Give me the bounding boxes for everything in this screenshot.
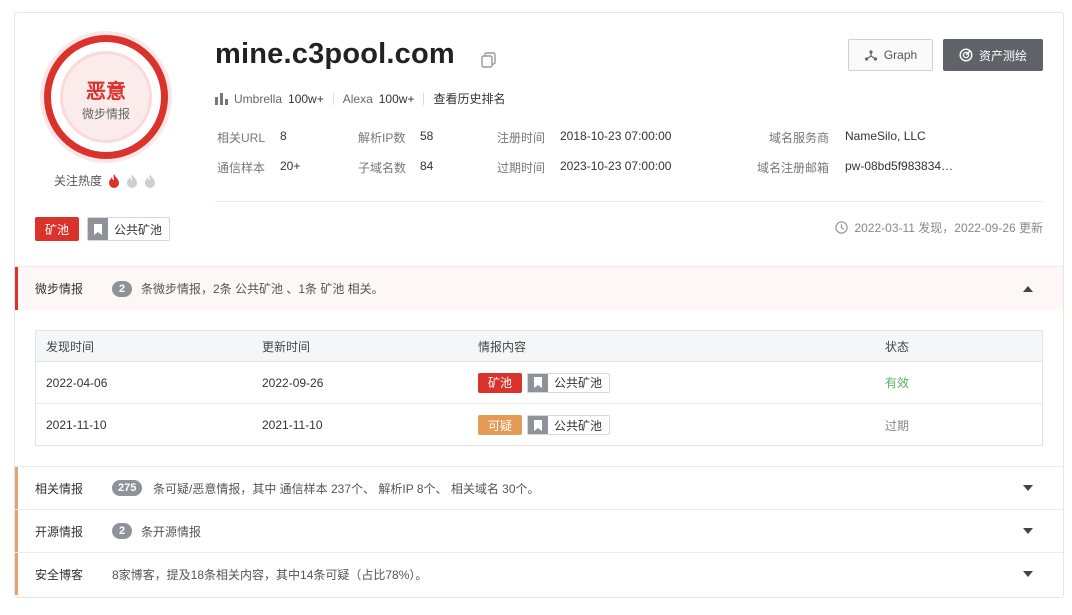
- domain-title: mine.c3pool.com: [215, 38, 455, 70]
- count-badge: 2: [112, 280, 132, 297]
- registrar-value: NameSilo, LLC: [845, 129, 926, 143]
- collapse-arrow-icon[interactable]: [1023, 285, 1033, 292]
- expire-time-value: 2023-10-23 07:00:00: [560, 159, 672, 173]
- tag-public-mining-pool[interactable]: 公共矿池: [87, 217, 171, 241]
- time-info-text: 2022-03-11 发现，2022-09-26 更新: [854, 221, 1043, 235]
- found-date: 2022-04-06: [46, 375, 108, 390]
- verdict-label: 恶意: [86, 81, 126, 103]
- meta-key: 域名服务商: [769, 131, 830, 145]
- asset-mapping-button[interactable]: 资产测绘: [943, 39, 1043, 71]
- alexa-label: Alexa: [342, 91, 373, 106]
- divider: [423, 92, 425, 105]
- updated-date: 2022-09-26: [262, 375, 324, 390]
- found-date: 2021-11-10: [46, 418, 107, 432]
- section-desc: 条微步情报，2条 公共矿池 、1条 矿池 相关。: [141, 282, 384, 296]
- expand-arrow-icon[interactable]: [1023, 485, 1033, 491]
- column-header: 情报内容: [478, 339, 527, 354]
- divider: [332, 92, 334, 105]
- meta-key: 解析IP数: [358, 131, 406, 145]
- updated-date: 2021-11-10: [262, 418, 323, 432]
- tag-label: 公共矿池: [114, 222, 163, 237]
- section-title: 微步情报: [35, 282, 84, 296]
- copy-icon[interactable]: [480, 51, 498, 69]
- divider: [215, 201, 1043, 202]
- status-valid: 有效: [885, 376, 910, 390]
- section-opensource-intel[interactable]: 开源情报 2 条开源情报: [15, 509, 1063, 552]
- intel-table: 发现时间 更新时间 情报内容 状态 2022-04-06 2022-09-26 …: [35, 330, 1043, 446]
- history-rank-link[interactable]: 查看历史排名: [433, 90, 505, 107]
- heat-indicator: 关注热度: [54, 172, 156, 189]
- meta-key: 通信样本: [217, 161, 266, 175]
- samples-value[interactable]: 20+: [280, 159, 300, 173]
- flame-icon-active: [109, 173, 120, 188]
- tag-public-mining-pool[interactable]: 公共矿池: [527, 415, 611, 435]
- meta-key: 注册时间: [497, 131, 546, 145]
- graph-button-label: Graph: [883, 48, 918, 62]
- register-time-value: 2018-10-23 07:00:00: [560, 129, 672, 143]
- flame-icon-inactive: [127, 173, 138, 188]
- expand-arrow-icon[interactable]: [1023, 528, 1033, 534]
- verdict-badge: 恶意 微步情报: [40, 31, 172, 163]
- meta-key: 相关URL: [217, 131, 266, 145]
- status-expired: 过期: [885, 418, 910, 433]
- section-title: 相关情报: [35, 481, 84, 496]
- column-header: 状态: [885, 339, 910, 354]
- section-desc: 条可疑/恶意情报，其中 通信样本 237个、 解析IP 8个、 相关域名 30个…: [153, 481, 540, 496]
- tag-mining-pool[interactable]: 矿池: [35, 217, 80, 241]
- rank-row: Umbrella 100w+ Alexa 100w+ 查看历史排名: [215, 90, 505, 107]
- heat-label: 关注热度: [54, 174, 103, 188]
- section-threatbook-intel[interactable]: 微步情报 2 条微步情报，2条 公共矿池 、1条 矿池 相关。: [15, 266, 1063, 310]
- bookmark-icon: [528, 373, 549, 392]
- section-security-blog[interactable]: 安全博客 8家博客，提及18条相关内容，其中14条可疑（占比78%）。: [15, 552, 1063, 595]
- meta-key: 子域名数: [358, 161, 407, 175]
- flame-icon-inactive: [145, 173, 156, 188]
- section-title: 开源情报: [35, 524, 84, 539]
- umbrella-value: 100w+: [288, 91, 324, 106]
- bar-chart-icon: [215, 92, 228, 105]
- asset-mapping-label: 资产测绘: [978, 48, 1027, 63]
- bookmark-icon: [528, 416, 549, 434]
- table-header: 发现时间 更新时间 情报内容 状态: [36, 331, 1042, 362]
- tag-label: 公共矿池: [554, 418, 603, 433]
- resolved-ip-value[interactable]: 58: [420, 129, 433, 143]
- meta-key: 过期时间: [497, 161, 546, 175]
- tag-mining-pool[interactable]: 矿池: [478, 372, 523, 393]
- graph-icon: [864, 50, 877, 61]
- table-row: 2021-11-10 2021-11-10 可疑 公共矿池 过期: [36, 404, 1042, 446]
- section-related-intel[interactable]: 相关情报 275 条可疑/恶意情报，其中 通信样本 237个、 解析IP 8个、…: [15, 466, 1063, 509]
- time-info: 2022-03-11 发现，2022-09-26 更新: [835, 219, 1043, 236]
- meta-key: 域名注册邮箱: [757, 161, 830, 175]
- clock-icon: [835, 221, 849, 234]
- registrant-email-value: pw-08bd5f983834…: [845, 159, 954, 173]
- alexa-value: 100w+: [378, 91, 415, 106]
- count-badge: 275: [112, 480, 143, 496]
- graph-button[interactable]: Graph: [848, 39, 933, 71]
- tag-public-mining-pool[interactable]: 公共矿池: [527, 372, 611, 393]
- subdomain-value[interactable]: 84: [420, 159, 433, 173]
- tag-suspicious[interactable]: 可疑: [478, 415, 523, 435]
- count-badge: 2: [112, 523, 132, 539]
- column-header: 更新时间: [262, 339, 311, 354]
- verdict-source: 微步情报: [81, 107, 130, 121]
- section-desc: 条开源情报: [141, 524, 202, 539]
- intel-content: 矿池 公共矿池: [478, 362, 611, 403]
- section-desc: 8家博客，提及18条相关内容，其中14条可疑（占比78%）。: [112, 567, 428, 582]
- section-title: 安全博客: [35, 567, 84, 582]
- bookmark-icon: [88, 218, 108, 240]
- umbrella-label: Umbrella: [234, 91, 283, 106]
- radar-icon: [959, 48, 973, 62]
- column-header: 发现时间: [46, 339, 95, 354]
- table-row: 2022-04-06 2022-09-26 矿池 公共矿池 有效: [36, 362, 1042, 404]
- expand-arrow-icon[interactable]: [1023, 571, 1033, 577]
- intel-content: 可疑 公共矿池: [478, 404, 611, 446]
- tag-label: 公共矿池: [554, 376, 603, 390]
- related-url-value[interactable]: 8: [280, 129, 287, 143]
